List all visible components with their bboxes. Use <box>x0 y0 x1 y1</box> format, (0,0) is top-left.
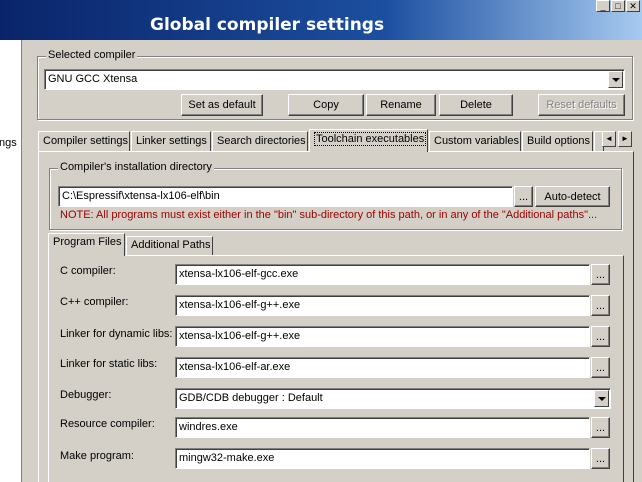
cpp-compiler-browse-button[interactable]: ... <box>591 295 610 316</box>
set-default-button[interactable]: Set as default <box>181 94 263 116</box>
dynamic-linker-label: Linker for dynamic libs: <box>60 328 173 340</box>
install-dir-value: C:\Espressif\xtensa-lx106-elf\bin <box>62 190 220 202</box>
delete-button[interactable]: Delete <box>439 94 513 116</box>
install-dir-note: NOTE: All programs must exist either in … <box>60 209 598 221</box>
dynamic-linker-input[interactable]: xtensa-lx106-elf-g++.exe <box>175 326 590 347</box>
resource-compiler-label: Resource compiler: <box>60 418 155 430</box>
rename-button[interactable]: Rename <box>366 94 436 116</box>
install-dir-input[interactable]: C:\Espressif\xtensa-lx106-elf\bin <box>58 186 513 207</box>
tab-label: Build options <box>527 135 590 147</box>
field-value: GDB/CDB debugger : Default <box>179 392 323 404</box>
field-value: mingw32-make.exe <box>179 452 275 464</box>
tab-label: Compiler settings <box>43 135 128 147</box>
install-dir-label: Compiler's installation directory <box>58 161 214 173</box>
tab-linker-settings[interactable]: Linker settings <box>131 131 211 151</box>
resource-compiler-browse-button[interactable]: ... <box>591 417 610 438</box>
tab-toolchain-executables[interactable]: Toolchain executables <box>309 129 428 152</box>
tab-label: Search directories <box>217 135 306 147</box>
field-value: xtensa-lx106-elf-g++.exe <box>179 299 301 311</box>
c-compiler-label: C compiler: <box>60 265 116 277</box>
install-dir-browse-button[interactable]: ... <box>514 186 533 207</box>
category-item-label[interactable]: ngs <box>0 137 17 149</box>
tab-label: Linker settings <box>136 135 207 147</box>
field-value: xtensa-lx106-elf-g++.exe <box>179 330 301 342</box>
tab-build-options[interactable]: Build options <box>522 131 593 151</box>
copy-button[interactable]: Copy <box>288 94 364 116</box>
make-program-label: Make program: <box>60 450 134 462</box>
field-value: windres.exe <box>179 421 238 433</box>
minimize-button[interactable]: _ <box>596 0 610 12</box>
chevron-down-icon[interactable] <box>608 71 623 88</box>
tab-scroll-left-icon[interactable]: ◄ <box>602 131 616 147</box>
make-program-browse-button[interactable]: ... <box>591 448 610 469</box>
cpp-compiler-label: C++ compiler: <box>60 296 129 308</box>
tab-custom-variables[interactable]: Custom variables <box>429 131 521 151</box>
tab-scroll-right-icon[interactable]: ► <box>618 131 632 147</box>
tab-label: Toolchain executables <box>314 132 427 146</box>
field-value: xtensa-lx106-elf-ar.exe <box>179 361 291 373</box>
c-compiler-input[interactable]: xtensa-lx106-elf-gcc.exe <box>175 264 590 285</box>
cpp-compiler-input[interactable]: xtensa-lx106-elf-g++.exe <box>175 295 590 316</box>
resource-compiler-input[interactable]: windres.exe <box>175 417 590 438</box>
tab-label: Program Files <box>53 236 122 248</box>
reset-defaults-button[interactable]: Reset defaults <box>538 94 625 116</box>
c-compiler-browse-button[interactable]: ... <box>591 264 610 285</box>
make-program-input[interactable]: mingw32-make.exe <box>175 448 590 469</box>
tab-search-directories[interactable]: Search directories <box>212 131 308 151</box>
title-bar: Global compiler settings _ □ ✕ <box>0 0 642 40</box>
tab-label: Custom variables <box>434 135 519 147</box>
debugger-select[interactable]: GDB/CDB debugger : Default <box>175 388 611 409</box>
close-button[interactable]: ✕ <box>626 0 640 12</box>
static-linker-input[interactable]: xtensa-lx106-elf-ar.exe <box>175 357 590 378</box>
tab-program-files[interactable]: Program Files <box>48 233 125 256</box>
settings-category-list[interactable]: ngs <box>0 40 22 482</box>
window-title: Global compiler settings <box>150 15 385 35</box>
tab-compiler-settings[interactable]: Compiler settings <box>38 131 130 151</box>
compiler-select-value: GNU GCC Xtensa <box>48 73 138 85</box>
static-linker-browse-button[interactable]: ... <box>591 357 610 378</box>
chevron-down-icon[interactable] <box>594 390 609 407</box>
static-linker-label: Linker for static libs: <box>60 358 158 370</box>
dynamic-linker-browse-button[interactable]: ... <box>591 326 610 347</box>
field-value: xtensa-lx106-elf-gcc.exe <box>179 268 299 280</box>
selected-compiler-label: Selected compiler <box>46 49 138 61</box>
compiler-select[interactable]: GNU GCC Xtensa <box>44 69 625 90</box>
tab-additional-paths[interactable]: Additional Paths <box>126 236 213 255</box>
debugger-label: Debugger: <box>60 389 112 401</box>
maximize-button[interactable]: □ <box>611 0 625 12</box>
auto-detect-button[interactable]: Auto-detect <box>535 186 610 207</box>
tab-label: Additional Paths <box>131 239 211 251</box>
